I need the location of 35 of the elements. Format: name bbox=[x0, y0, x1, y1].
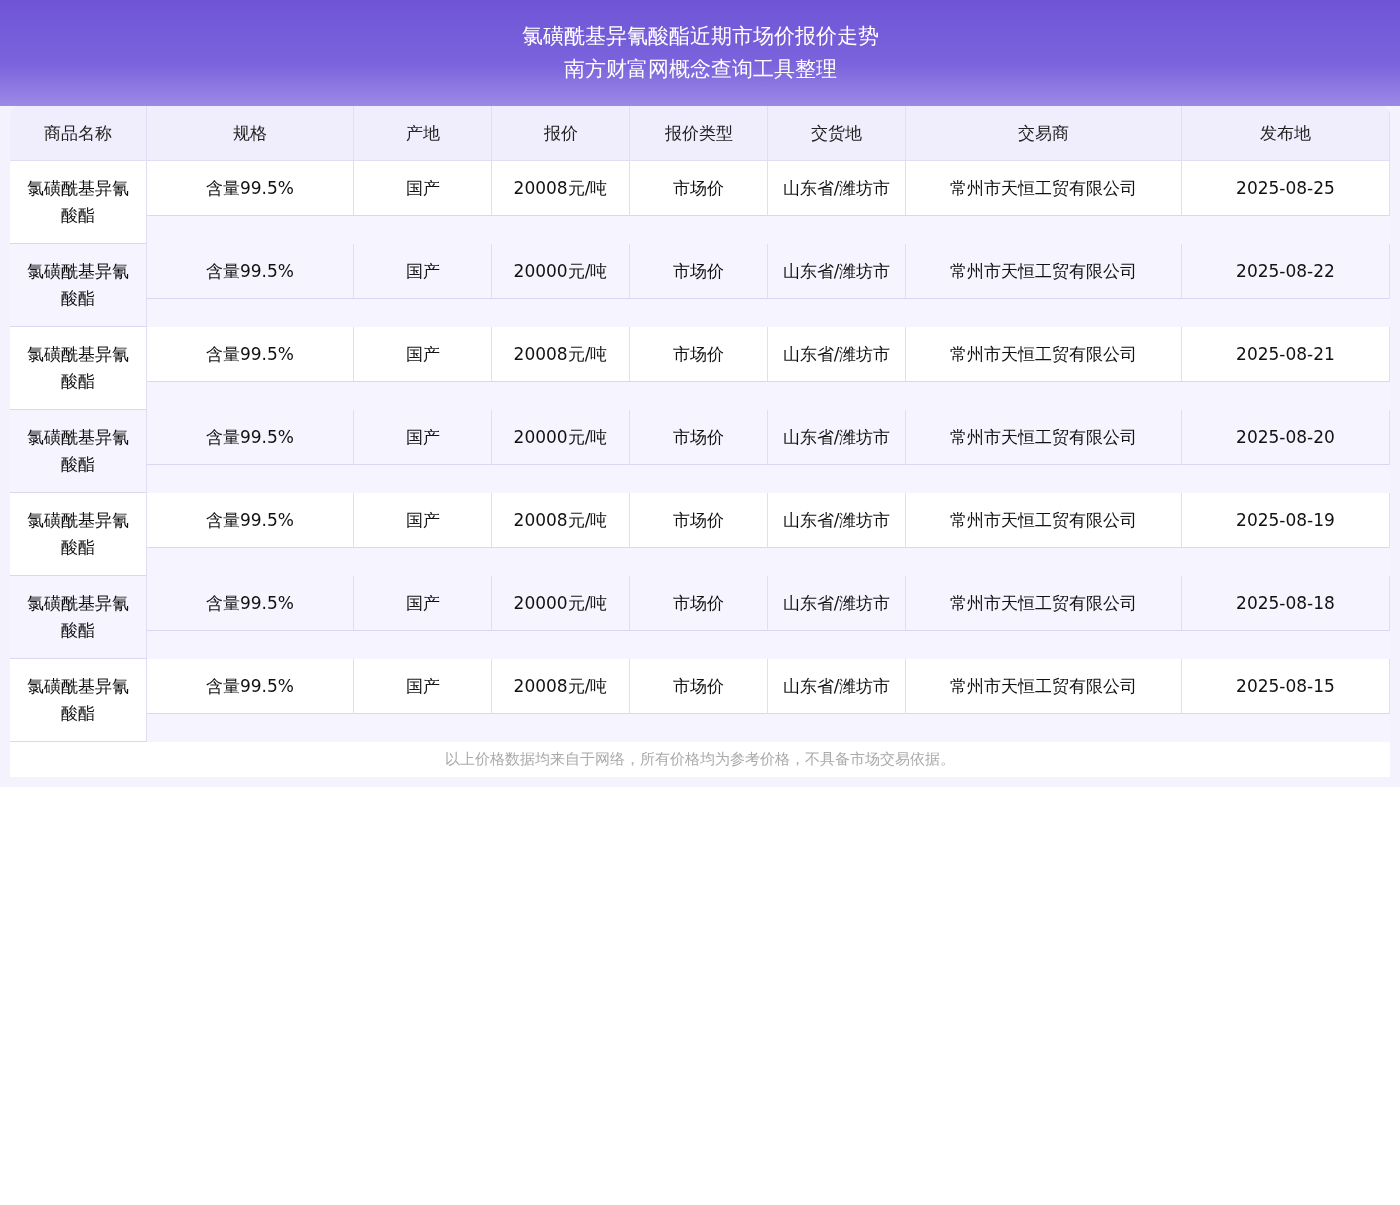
table-cell: 国产 bbox=[354, 576, 492, 631]
table-cell: 常州市天恒工贸有限公司 bbox=[906, 576, 1182, 631]
table-cell: 20000元/吨 bbox=[492, 576, 630, 631]
table-cell: 山东省/潍坊市 bbox=[768, 410, 906, 465]
table-cell: 市场价 bbox=[630, 576, 768, 631]
table-cell: 2025-08-18 bbox=[1182, 576, 1390, 631]
column-header: 交易商 bbox=[906, 106, 1182, 161]
table-cell: 氯磺酰基异氰酸酯 bbox=[10, 244, 147, 327]
disclaimer-text: 以上价格数据均来自于网络，所有价格均为参考价格，不具备市场交易依据。 bbox=[445, 750, 955, 769]
table-cell: 含量99.5% bbox=[147, 244, 354, 299]
table-cell: 2025-08-20 bbox=[1182, 410, 1390, 465]
page-title: 氯磺酰基异氰酸酯近期市场价报价走势 bbox=[521, 23, 879, 50]
table-cell: 山东省/潍坊市 bbox=[768, 244, 906, 299]
column-header: 报价 bbox=[492, 106, 630, 161]
table-cell: 含量99.5% bbox=[147, 410, 354, 465]
page-subtitle: 南方财富网概念查询工具整理 bbox=[563, 56, 837, 83]
table-cell: 市场价 bbox=[630, 244, 768, 299]
table-cell: 氯磺酰基异氰酸酯 bbox=[10, 576, 147, 659]
table-cell: 国产 bbox=[354, 410, 492, 465]
table-cell: 氯磺酰基异氰酸酯 bbox=[10, 410, 147, 493]
column-header: 交货地 bbox=[768, 106, 906, 161]
column-header: 发布地 bbox=[1182, 106, 1390, 161]
column-header: 商品名称 bbox=[10, 106, 147, 161]
column-header: 报价类型 bbox=[630, 106, 768, 161]
column-header: 产地 bbox=[354, 106, 492, 161]
table-cell: 20000元/吨 bbox=[492, 410, 630, 465]
column-header: 规格 bbox=[147, 106, 354, 161]
table-cell: 市场价 bbox=[630, 410, 768, 465]
table-cell: 2025-08-22 bbox=[1182, 244, 1390, 299]
table-cell: 含量99.5% bbox=[147, 576, 354, 631]
table-cell: 山东省/潍坊市 bbox=[768, 576, 906, 631]
table-cell: 20000元/吨 bbox=[492, 244, 630, 299]
table-cell: 国产 bbox=[354, 244, 492, 299]
table-cell: 常州市天恒工贸有限公司 bbox=[906, 410, 1182, 465]
table-cell: 常州市天恒工贸有限公司 bbox=[906, 244, 1182, 299]
